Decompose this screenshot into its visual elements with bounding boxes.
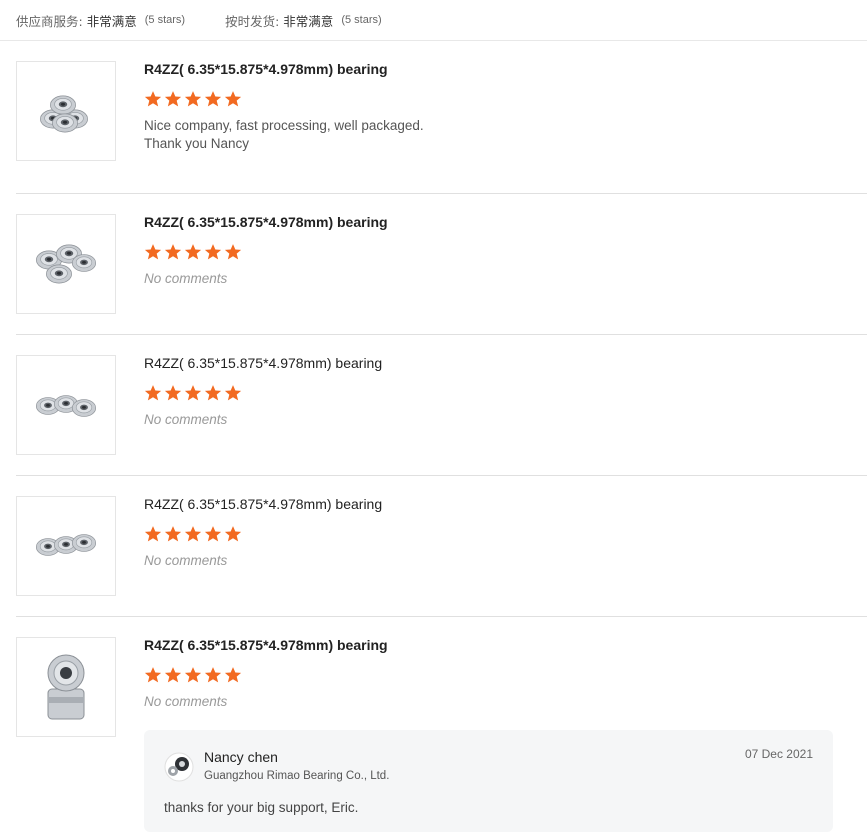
divider	[0, 40, 867, 41]
bearing-group-icon	[35, 534, 97, 556]
star-icon	[204, 526, 222, 542]
star-icon	[224, 91, 242, 107]
product-thumbnail[interactable]	[16, 637, 116, 737]
star-icon	[184, 91, 202, 107]
divider	[16, 334, 867, 335]
avatar	[164, 752, 194, 782]
reply-company: Guangzhou Rimao Bearing Co., Ltd.	[204, 770, 390, 782]
bearing-group-icon	[35, 395, 97, 417]
star-icon	[204, 667, 222, 683]
supplier-reply: Nancy chen Guangzhou Rimao Bearing Co., …	[144, 730, 833, 832]
bearing-group-icon	[40, 95, 88, 133]
review-comment: No comments	[144, 553, 228, 568]
product-title[interactable]: R4ZZ( 6.35*15.875*4.978mm) bearing	[144, 61, 388, 77]
bearing-stack-icon	[47, 654, 85, 720]
star-icon	[164, 385, 182, 401]
product-title[interactable]: R4ZZ( 6.35*15.875*4.978mm) bearing	[144, 214, 388, 230]
supplier-service-label: 供应商服务:	[16, 13, 83, 29]
star-rating	[144, 525, 244, 543]
star-icon	[224, 244, 242, 260]
reply-text: thanks for your big support, Eric.	[164, 800, 359, 815]
divider	[16, 616, 867, 617]
star-icon	[224, 385, 242, 401]
star-icon	[164, 91, 182, 107]
star-icon	[144, 667, 162, 683]
star-rating	[144, 243, 244, 261]
product-title[interactable]: R4ZZ( 6.35*15.875*4.978mm) bearing	[144, 637, 388, 653]
on-time-value: 非常满意	[283, 13, 334, 29]
star-icon	[184, 244, 202, 260]
star-icon	[224, 667, 242, 683]
product-title[interactable]: R4ZZ( 6.35*15.875*4.978mm) bearing	[144, 355, 382, 371]
star-rating	[144, 384, 244, 402]
on-time-delivery-rating: 按时发货: 非常满意 (5 stars)	[225, 11, 382, 30]
reply-author-name: Nancy chen	[204, 749, 278, 765]
rating-summary: 供应商服务: 非常满意 (5 stars) 按时发货: 非常满意 (5 star…	[16, 0, 867, 40]
supplier-service-rating: 供应商服务: 非常满意 (5 stars)	[16, 11, 185, 30]
review-comment: No comments	[144, 271, 228, 286]
star-icon	[204, 91, 222, 107]
review-comment: No comments	[144, 694, 228, 709]
supplier-service-stars: (5 stars)	[144, 14, 186, 26]
star-icon	[164, 244, 182, 260]
on-time-label: 按时发货:	[225, 13, 280, 29]
star-icon	[184, 385, 202, 401]
product-thumbnail[interactable]	[16, 496, 116, 596]
supplier-service-value: 非常满意	[86, 13, 137, 29]
bearing-group-icon	[36, 244, 97, 284]
review-comment: Nice company, fast processing, well pack…	[144, 118, 424, 151]
star-icon	[144, 244, 162, 260]
star-icon	[164, 667, 182, 683]
star-icon	[204, 385, 222, 401]
star-icon	[184, 667, 202, 683]
product-thumbnail[interactable]	[16, 61, 116, 161]
star-icon	[144, 526, 162, 542]
reply-date: 07 Dec 2021	[744, 747, 813, 761]
product-title[interactable]: R4ZZ( 6.35*15.875*4.978mm) bearing	[144, 496, 382, 512]
star-icon	[184, 526, 202, 542]
star-icon	[144, 385, 162, 401]
star-icon	[224, 526, 242, 542]
star-rating	[144, 90, 244, 108]
star-icon	[204, 244, 222, 260]
star-icon	[144, 91, 162, 107]
star-rating	[144, 666, 244, 684]
product-thumbnail[interactable]	[16, 214, 116, 314]
review-comment: No comments	[144, 412, 228, 427]
on-time-stars: (5 stars)	[341, 14, 382, 26]
star-icon	[164, 526, 182, 542]
divider	[16, 193, 867, 194]
divider	[16, 475, 867, 476]
product-thumbnail[interactable]	[16, 355, 116, 455]
